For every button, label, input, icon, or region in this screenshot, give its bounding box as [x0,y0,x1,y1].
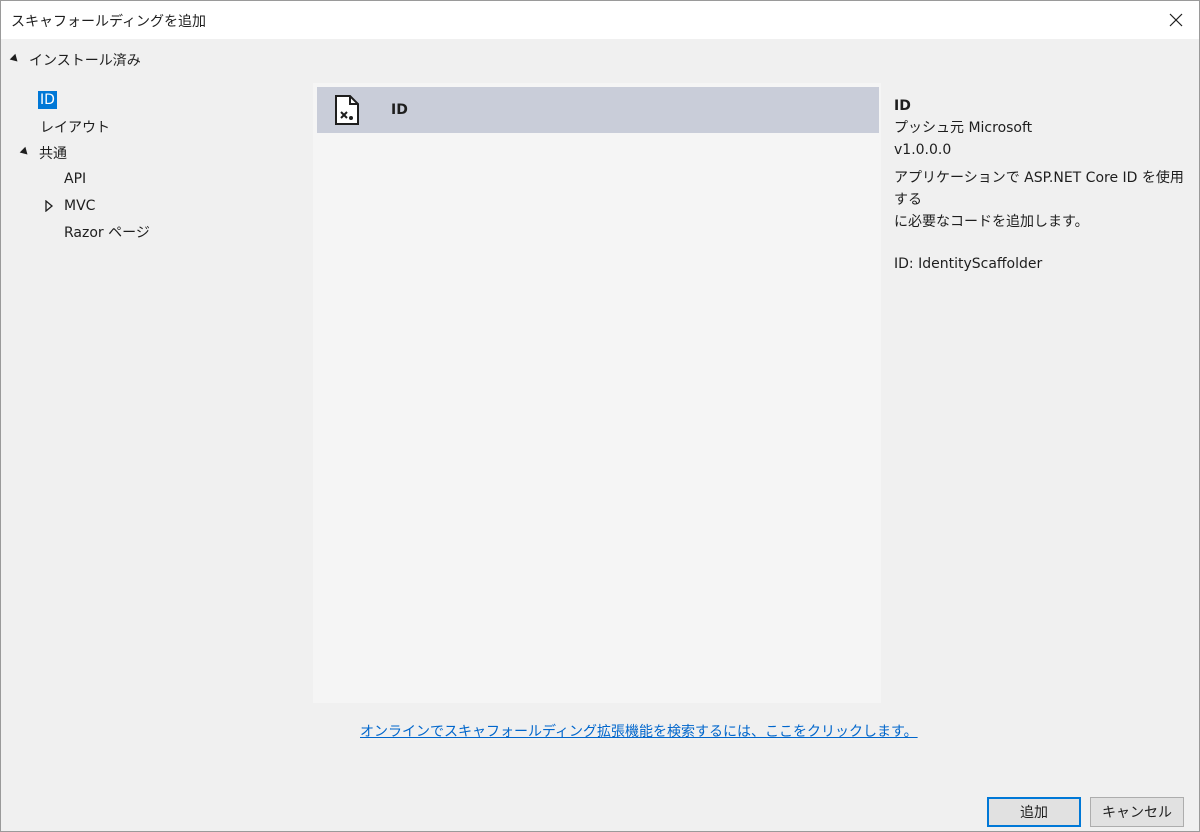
category-tree: インストール済み ID レイアウト 共通 API MVC Razor ページ [1,39,301,755]
details-description: アプリケーションで ASP.NET Core ID を使用する に必要なコードを… [894,167,1194,233]
details-description-line: アプリケーションで ASP.NET Core ID を使用する [894,170,1184,208]
close-button[interactable] [1153,1,1199,39]
list-item-label: ID [391,102,408,118]
collapsed-arrow-icon [45,200,54,212]
tree-node-layout[interactable]: レイアウト [40,116,110,138]
tree-node-installed[interactable]: インストール済み [9,49,141,71]
tree-node-api[interactable]: API [64,168,86,190]
close-icon [1169,13,1183,27]
scaffolder-list: ID [313,83,881,703]
tree-label-id: ID [38,91,57,109]
tree-label-razor: Razor ページ [64,225,150,241]
expanded-arrow-icon [19,146,31,157]
expanded-arrow-icon [9,53,21,64]
tree-label-common: 共通 [39,146,67,162]
tree-label-api: API [64,171,87,187]
list-item-id[interactable]: ID [317,87,879,133]
title-bar: スキャフォールディングを追加 [1,1,1199,39]
add-button[interactable]: 追加 [987,797,1081,827]
tree-label-mvc: MVC [64,198,96,214]
cancel-button[interactable]: キャンセル [1090,797,1184,827]
scaffold-file-icon [335,95,359,125]
add-scaffold-dialog: スキャフォールディングを追加 インストール済み ID レイアウト 共通 API [0,0,1200,832]
tree-label-layout: レイアウト [40,120,110,136]
details-description-line: に必要なコードを追加します。 [894,214,1089,230]
details-publisher: プッシュ元 Microsoft [894,120,1033,136]
tree-label-installed: インストール済み [29,53,141,69]
online-search-link[interactable]: オンラインでスキャフォールディング拡張機能を検索するには、ここをクリックします。 [360,721,918,741]
tree-node-mvc[interactable]: MVC [44,195,95,217]
details-version: v1.0.0.0 [894,142,952,158]
details-panel: ID プッシュ元 Microsoft v1.0.0.0 アプリケーションで AS… [894,95,1194,275]
details-name: ID [894,98,911,114]
dialog-title: スキャフォールディングを追加 [11,14,207,30]
tree-node-id[interactable]: ID [38,89,57,111]
tree-node-common[interactable]: 共通 [19,142,67,164]
details-id: ID: IdentityScaffolder [894,256,1043,272]
tree-node-razor[interactable]: Razor ページ [64,221,150,243]
